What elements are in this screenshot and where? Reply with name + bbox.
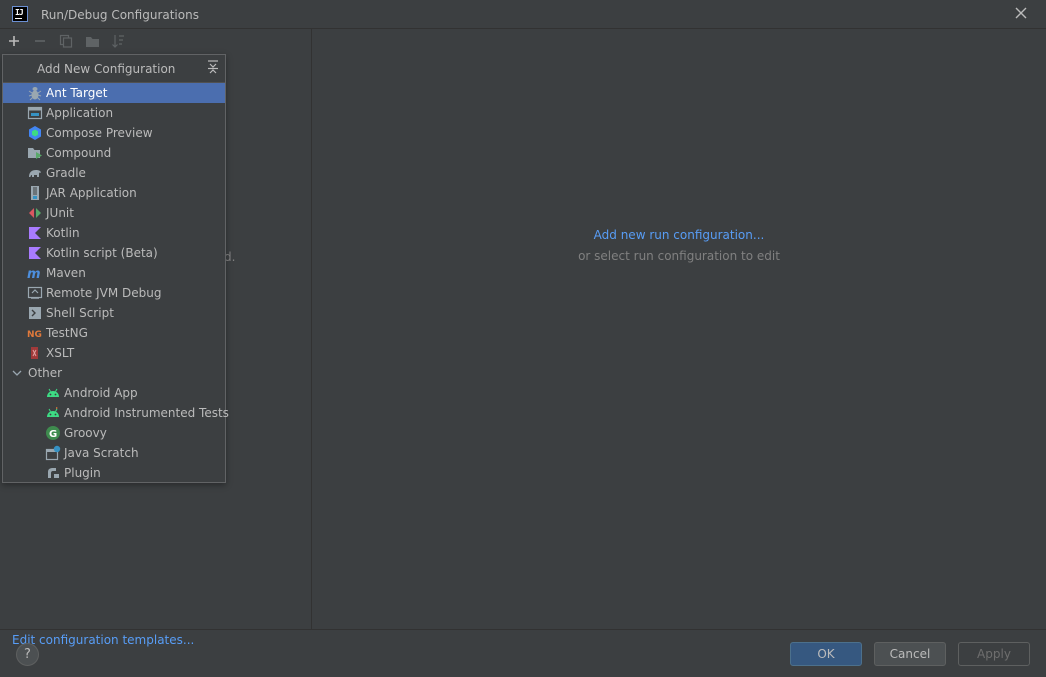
list-item-groovy[interactable]: G Groovy [3, 423, 225, 443]
folder-icon[interactable] [83, 32, 101, 50]
collapse-all-icon[interactable] [206, 60, 220, 76]
list-item-android-instrumented-tests[interactable]: Android Instrumented Tests [3, 403, 229, 423]
group-other[interactable]: Other [3, 363, 225, 383]
list-item-java-scratch[interactable]: Java Scratch [3, 443, 225, 463]
list-item-kotlin-script[interactable]: Kotlin script (Beta) [3, 243, 225, 263]
android-icon [45, 385, 61, 401]
list-item-application[interactable]: Application [3, 103, 225, 123]
list-item-remote-jvm-debug[interactable]: Remote JVM Debug [3, 283, 225, 303]
remote-debug-icon [27, 285, 43, 301]
junit-icon [27, 205, 43, 221]
copy-icon[interactable] [57, 32, 75, 50]
title-bar: IJ Run/Debug Configurations [0, 0, 1046, 29]
groovy-icon: G [45, 425, 61, 441]
popup-title: Add New Configuration [37, 62, 176, 76]
ok-button[interactable]: OK [790, 642, 862, 666]
popup-header: Add New Configuration [3, 55, 225, 83]
apply-button[interactable]: Apply [958, 642, 1030, 666]
close-icon[interactable] [1012, 4, 1030, 22]
configurations-toolbar [0, 30, 311, 52]
kotlin-script-icon [27, 245, 43, 261]
xslt-icon [27, 345, 43, 361]
dialog-footer: ? OK Cancel Apply [0, 629, 1046, 677]
gradle-icon [27, 165, 43, 181]
list-item-plugin[interactable]: Plugin [3, 463, 225, 483]
ant-icon [27, 85, 43, 101]
plugin-icon [45, 465, 61, 481]
chevron-down-icon [9, 365, 25, 381]
svg-text:NG: NG [27, 330, 42, 340]
cancel-button[interactable]: Cancel [874, 642, 946, 666]
list-item-gradle[interactable]: Gradle [3, 163, 225, 183]
sort-icon[interactable] [109, 32, 127, 50]
testng-icon: NG [27, 325, 43, 341]
help-button[interactable]: ? [16, 643, 39, 666]
configuration-editor-pane: Add new run configuration... or select r… [312, 29, 1046, 629]
add-new-configuration-popup: Add New Configuration Ant Target Applica… [2, 54, 229, 483]
compose-icon [27, 125, 43, 141]
svg-text:m: m [27, 267, 41, 281]
kotlin-icon [27, 225, 43, 241]
list-item-compound[interactable]: Compound [3, 143, 225, 163]
select-configuration-hint: or select run configuration to edit [578, 249, 780, 263]
list-item-kotlin[interactable]: Kotlin [3, 223, 225, 243]
window-title: Run/Debug Configurations [41, 8, 199, 22]
list-item-jar-application[interactable]: JAR Application [3, 183, 225, 203]
maven-icon: m [27, 265, 43, 282]
list-item-junit[interactable]: JUnit [3, 203, 225, 223]
compound-icon [27, 145, 43, 161]
shell-script-icon [27, 305, 43, 321]
list-item-android-app[interactable]: Android App [3, 383, 225, 403]
intellij-app-icon: IJ [12, 6, 28, 22]
list-item-shell-script[interactable]: Shell Script [3, 303, 225, 323]
jar-icon [27, 185, 43, 201]
list-item-compose-preview[interactable]: Compose Preview [3, 123, 225, 143]
android-test-icon [45, 405, 61, 421]
list-item-xslt[interactable]: XSLT [3, 343, 225, 363]
minus-icon[interactable] [31, 32, 49, 50]
svg-text:G: G [49, 429, 57, 440]
plus-icon[interactable] [5, 32, 23, 50]
application-icon [27, 105, 43, 121]
java-scratch-icon [45, 445, 61, 461]
add-new-configuration-link[interactable]: Add new run configuration... [312, 228, 1046, 242]
list-item-ant-target[interactable]: Ant Target [3, 83, 225, 103]
list-item-testng[interactable]: NG TestNG [3, 323, 225, 343]
list-item-maven[interactable]: m Maven [3, 263, 225, 283]
